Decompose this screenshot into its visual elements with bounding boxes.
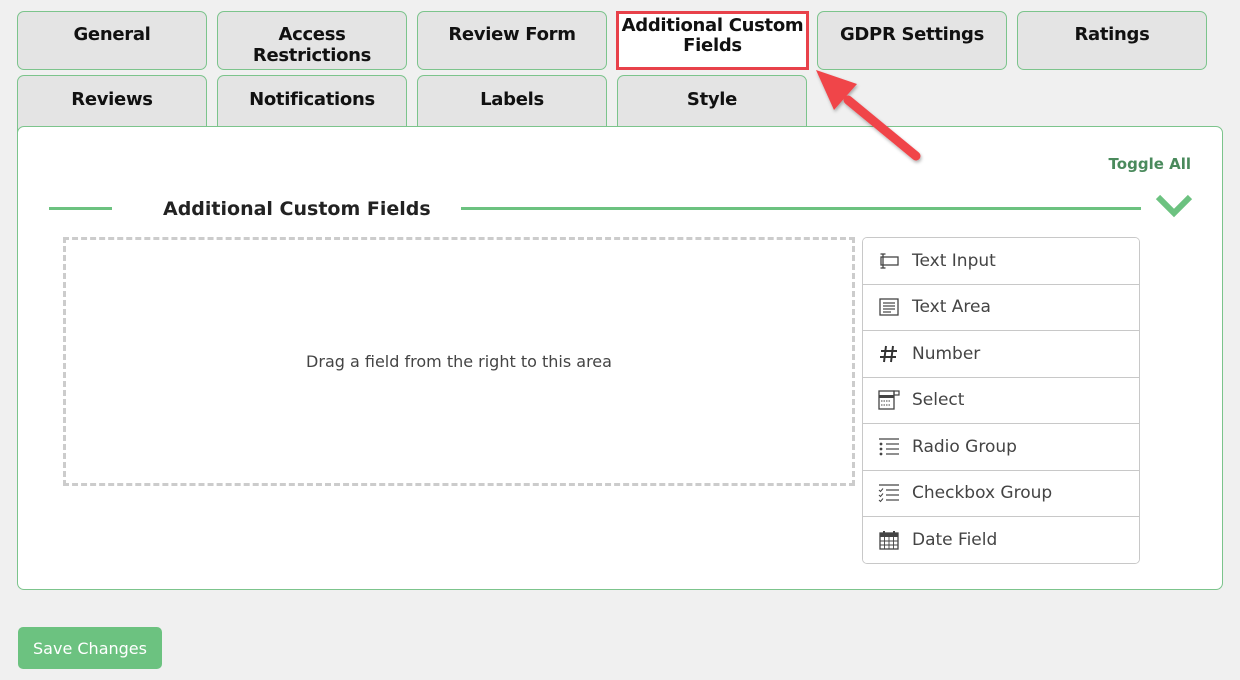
field-checkbox-group[interactable]: Checkbox Group (863, 470, 1139, 517)
radio-list-icon (878, 437, 900, 457)
field-label: Text Input (912, 250, 996, 271)
tab-label: GDPR Settings (839, 24, 985, 45)
tab-general[interactable]: General (17, 11, 207, 70)
drop-zone-hint: Drag a field from the right to this area (306, 352, 612, 371)
tab-ratings[interactable]: Ratings (1017, 11, 1207, 70)
field-number[interactable]: Number (863, 331, 1139, 378)
field-palette: Text Input Text Area Number Select Radio… (862, 237, 1140, 564)
toggle-all-link[interactable]: Toggle All (1109, 155, 1191, 173)
field-date[interactable]: Date Field (863, 517, 1139, 563)
tab-label: Notifications (249, 89, 375, 110)
checkbox-list-icon (878, 483, 900, 503)
tab-label: Review Form (448, 24, 576, 45)
field-radio-group[interactable]: Radio Group (863, 424, 1139, 471)
text-input-icon (878, 251, 900, 271)
section-divider-left (49, 207, 112, 210)
field-label: Text Area (912, 297, 991, 318)
section-divider-right (461, 207, 1141, 210)
tab-label: Ratings (1074, 24, 1150, 45)
save-changes-button[interactable]: Save Changes (18, 627, 162, 669)
tab-label: Access Restrictions (252, 24, 372, 66)
section-title: Additional Custom Fields (163, 198, 431, 220)
tab-label: Reviews (71, 89, 153, 110)
chevron-down-icon[interactable] (1154, 191, 1194, 221)
tab-review-form[interactable]: Review Form (417, 11, 607, 70)
field-text-area[interactable]: Text Area (863, 284, 1139, 331)
select-icon (878, 390, 900, 410)
settings-panel: Toggle All Additional Custom Fields Drag… (17, 126, 1223, 590)
tab-gdpr-settings[interactable]: GDPR Settings (817, 11, 1007, 70)
tab-access-restrictions[interactable]: Access Restrictions (217, 11, 407, 70)
field-label: Radio Group (912, 436, 1017, 457)
tab-label: General (73, 24, 151, 45)
field-select[interactable]: Select (863, 377, 1139, 424)
field-text-input[interactable]: Text Input (863, 238, 1139, 285)
tab-label: Labels (480, 89, 544, 110)
text-area-icon (878, 297, 900, 317)
field-drop-zone[interactable]: Drag a field from the right to this area (63, 237, 855, 486)
field-label: Date Field (912, 530, 998, 551)
calendar-icon (878, 530, 900, 550)
field-label: Checkbox Group (912, 483, 1053, 504)
field-label: Select (912, 390, 965, 411)
hash-icon (878, 344, 900, 364)
tab-additional-custom-fields[interactable]: Additional Custom Fields (616, 11, 809, 70)
tab-label: Style (686, 89, 738, 110)
tab-label: Additional Custom Fields (621, 15, 804, 56)
field-label: Number (912, 343, 981, 364)
